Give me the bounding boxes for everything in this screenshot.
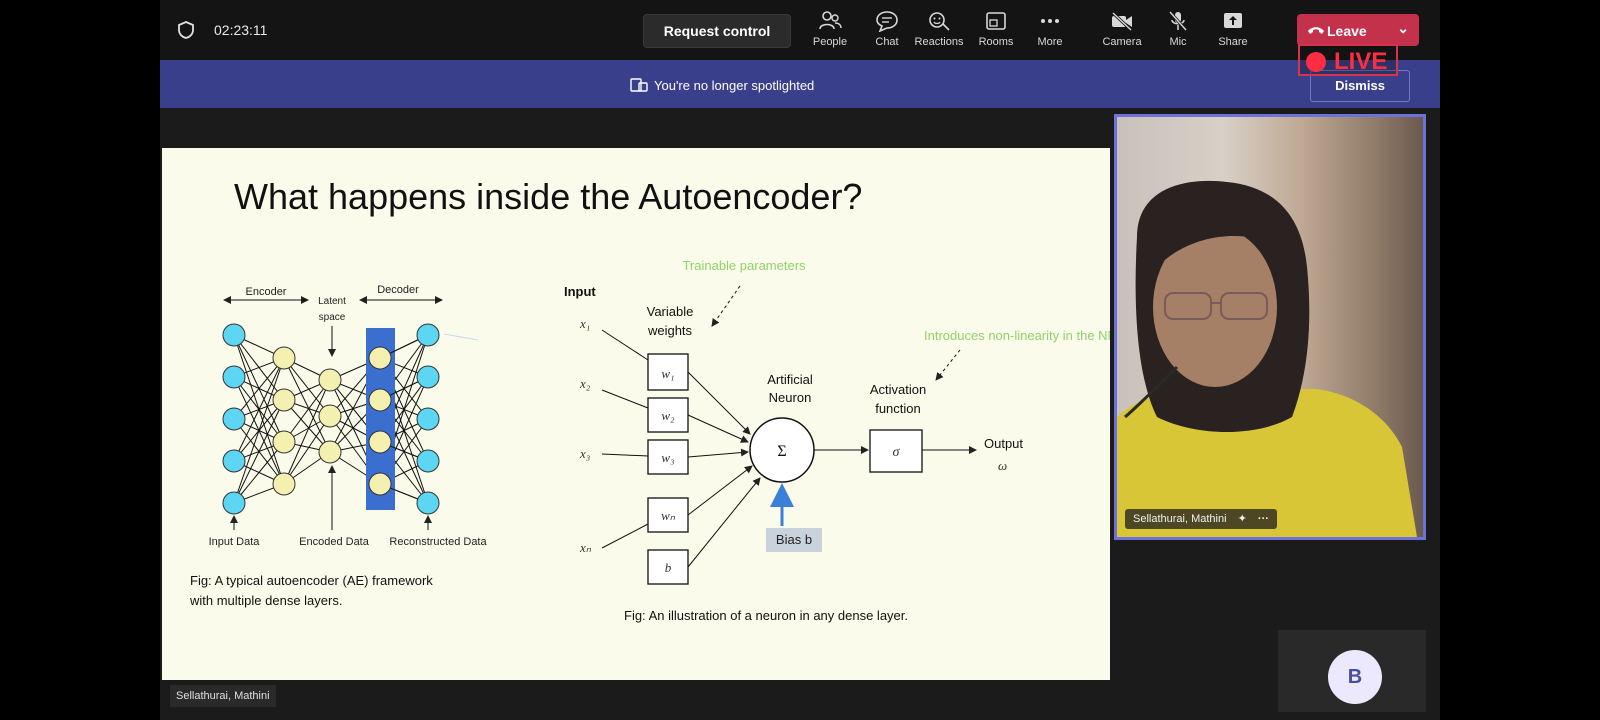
avatar: B: [1328, 650, 1382, 704]
variable-weights-line2: weights: [647, 323, 693, 338]
reconstructed-data-label: Reconstructed Data: [389, 536, 487, 548]
live-badge: LIVE: [1298, 44, 1398, 76]
trainable-parameters-label: Trainable parameters: [682, 258, 806, 273]
presenter-video-tile[interactable]: Sellathurai, Mathini ✦ ···: [1114, 114, 1426, 540]
input-xn: xₙ: [579, 540, 592, 555]
more-label: More: [1037, 36, 1063, 48]
live-dot-icon: [1306, 52, 1326, 72]
input-x2: x₂: [579, 376, 591, 391]
input-data-label: Input Data: [209, 536, 261, 548]
rooms-label: Rooms: [978, 36, 1014, 48]
weight-w1: w₁: [661, 366, 674, 381]
camera-label: Camera: [1102, 36, 1142, 48]
autoencoder-diagram: Encoder Decoder Latent space Input Data …: [189, 284, 487, 608]
more-button[interactable]: More: [1022, 10, 1078, 54]
leave-label: Leave: [1327, 23, 1367, 39]
weight-wn: wₙ: [661, 508, 676, 523]
encoder-label: Encoder: [246, 286, 287, 298]
phone-hangup-icon: [1308, 27, 1324, 34]
people-label: People: [812, 36, 848, 48]
spotlight-icon: [630, 78, 648, 92]
chat-label: Chat: [875, 36, 899, 48]
input-x3: x₃: [579, 446, 590, 461]
faint-pointer-line: [443, 333, 479, 341]
camera-off-icon: [1111, 11, 1133, 32]
weight-w3: w₃: [661, 450, 674, 465]
reactions-button[interactable]: Reactions: [908, 10, 970, 54]
rooms-icon: [986, 12, 1006, 30]
mic-button[interactable]: Mic: [1150, 10, 1206, 54]
ae-nodes: [222, 323, 440, 515]
pin-icon[interactable]: ✦: [1238, 513, 1247, 525]
weight-to-neuron-arrows: [687, 371, 761, 568]
camera-button[interactable]: Camera: [1094, 10, 1150, 54]
latent-label-line1: Latent: [318, 296, 346, 307]
chevron-down-icon[interactable]: ⌄: [1397, 20, 1409, 37]
notification-banner: You're no longer spotlighted: [160, 60, 1440, 108]
weight-b: b: [665, 560, 672, 575]
share-icon: [1224, 13, 1242, 28]
rooms-button[interactable]: Rooms: [968, 10, 1024, 54]
slide-diagrams: Encoder Decoder Latent space Input Data …: [189, 258, 1110, 623]
ae-caption-line2: with multiple dense layers.: [189, 593, 342, 608]
chat-button[interactable]: Chat: [859, 10, 915, 54]
input-weight-lines: [601, 329, 649, 549]
slide-presenter-name: Sellathurai, Mathini: [170, 685, 276, 707]
sigma-symbol: Σ: [777, 443, 786, 460]
more-options-icon[interactable]: ···: [1258, 513, 1269, 525]
activation-function-line1: Activation: [870, 382, 926, 397]
meeting-toolbar: 02:23:11 Request control People Chat Rea…: [160, 0, 1440, 60]
variable-weights-line1: Variable: [647, 304, 694, 319]
reactions-icon: [929, 12, 950, 31]
meeting-window: 02:23:11 Request control People Chat Rea…: [160, 0, 1440, 720]
mic-off-icon: [1168, 11, 1188, 31]
more-icon: [1041, 19, 1059, 23]
decoder-label: Decoder: [377, 284, 419, 296]
activation-sigma-symbol: σ: [893, 445, 901, 460]
shield-icon: [178, 21, 194, 39]
chat-icon: [876, 11, 898, 32]
output-label: Output: [984, 436, 1023, 451]
weight-boxes: [647, 353, 689, 585]
reactions-label: Reactions: [914, 36, 964, 48]
activation-function-line2: function: [875, 401, 921, 416]
output-symbol: ω: [998, 458, 1007, 473]
artificial-neuron-line1: Artificial: [767, 372, 813, 387]
share-label: Share: [1218, 36, 1248, 48]
live-label: LIVE: [1334, 48, 1388, 75]
mic-label: Mic: [1169, 36, 1187, 48]
input-label: Input: [564, 284, 596, 299]
request-control-button[interactable]: Request control: [643, 14, 791, 48]
share-button[interactable]: Share: [1205, 10, 1261, 54]
people-icon: [819, 11, 842, 30]
presenter-silhouette: [1117, 180, 1417, 537]
presenter-name-badge: Sellathurai, Mathini ✦ ···: [1125, 509, 1277, 529]
artificial-neuron-line2: Neuron: [769, 390, 812, 405]
neuron-caption: Fig: An illustration of a neuron in any …: [624, 608, 908, 623]
leave-button[interactable]: Leave ⌄: [1297, 14, 1419, 46]
encoded-data-label: Encoded Data: [299, 536, 370, 548]
input-x1: x₁: [579, 316, 590, 331]
latent-label-line2: space: [319, 312, 346, 323]
shared-slide: What happens inside the Autoencoder? Enc…: [162, 148, 1110, 680]
banner-message: You're no longer spotlighted: [654, 78, 815, 93]
meeting-timer: 02:23:11: [214, 22, 268, 38]
people-button[interactable]: People: [802, 10, 858, 54]
ae-caption-line1: Fig: A typical autoencoder (AE) framewor…: [190, 573, 433, 588]
neuron-diagram: Input Trainable parameters Variable weig…: [564, 258, 1110, 623]
bias-label: Bias b: [776, 532, 812, 547]
presenter-name: Sellathurai, Mathini: [1133, 513, 1227, 525]
nonlinearity-annotation: Introduces non-linearity in the NN.: [924, 328, 1110, 343]
weight-w2: w₂: [661, 408, 675, 423]
